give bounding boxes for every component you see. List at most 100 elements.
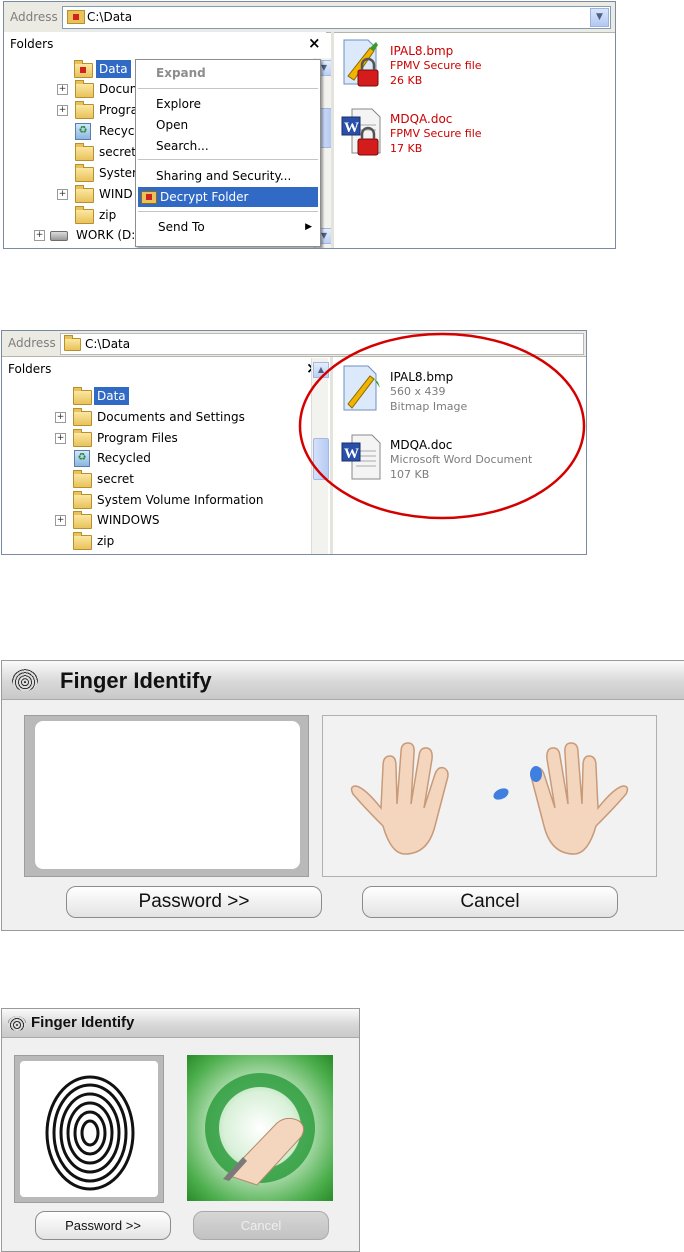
tree-label: Data <box>96 60 131 78</box>
highlighted-finger-icon <box>530 766 542 782</box>
menu-item-label: Decrypt Folder <box>160 190 249 204</box>
menu-item-decrypt-folder[interactable]: Decrypt Folder <box>138 187 318 207</box>
tree-label: zip <box>97 534 115 548</box>
folder-icon <box>73 470 92 488</box>
folders-title: Folders <box>10 37 54 51</box>
folder-icon <box>73 511 92 529</box>
folder-icon <box>75 185 94 203</box>
folder-icon <box>73 532 92 550</box>
submenu-arrow-icon: ▶ <box>305 222 312 232</box>
folder-icon <box>75 206 94 224</box>
locked-word-file-icon: W <box>341 108 381 156</box>
menu-item-sharing[interactable]: Sharing and Security... <box>138 166 318 186</box>
menu-item-explore[interactable]: Explore <box>138 94 318 114</box>
file-name: MDQA.doc <box>390 112 453 126</box>
address-value: C:\Data <box>87 10 133 24</box>
file-type: FPMV Secure file <box>390 59 482 72</box>
expand-icon[interactable]: + <box>57 105 68 116</box>
tree-label: Program Files <box>97 431 178 445</box>
menu-separator <box>138 159 318 160</box>
fingerprint-preview <box>20 1061 158 1197</box>
explorer-window-encrypted: Address C:\Data ▼ Folders × Data + Docum… <box>3 1 616 249</box>
highlighted-thumb-icon <box>493 788 509 800</box>
pane-splitter[interactable] <box>331 32 334 248</box>
tree-label: Data <box>94 387 129 405</box>
folder-icon <box>73 387 92 405</box>
file-size: 17 KB <box>390 142 423 155</box>
fingerprint-panel <box>24 715 309 877</box>
menu-item-send-to[interactable]: Send To ▶ <box>138 217 318 237</box>
menu-item-search[interactable]: Search... <box>138 136 318 156</box>
expand-icon[interactable]: + <box>55 412 66 423</box>
secure-folder-icon <box>67 10 85 24</box>
menu-separator <box>138 211 318 212</box>
address-label: Address <box>10 10 58 24</box>
expand-icon[interactable]: + <box>55 433 66 444</box>
tree-label: WORK (D: <box>76 228 136 242</box>
tree-label: secret <box>97 472 134 486</box>
hands-icon <box>350 742 629 855</box>
tree-label: Progra <box>99 103 138 117</box>
address-label: Address <box>8 336 56 350</box>
explorer-window-decrypted: Address C:\Data Folders × Data + Documen… <box>1 330 587 555</box>
locked-paint-file-icon <box>343 39 379 87</box>
menu-item-expand[interactable]: Expand <box>138 63 318 83</box>
expand-icon[interactable]: + <box>57 189 68 200</box>
menu-separator <box>138 88 318 89</box>
decrypt-icon <box>141 191 157 204</box>
fingerprint-icon <box>8 1016 26 1031</box>
tree-label: Documents and Settings <box>97 410 245 424</box>
finger-identify-dialog-large: Finger Identify Password >> Cancel <box>1 660 684 931</box>
tree-label: secret <box>99 145 136 159</box>
address-input[interactable]: C:\Data ▼ <box>62 6 611 29</box>
hands-panel <box>322 715 657 877</box>
folder-icon <box>75 80 94 98</box>
cancel-button[interactable]: Cancel <box>362 886 618 918</box>
menu-item-label: Send To <box>158 220 205 234</box>
folders-title: Folders <box>8 362 52 376</box>
svg-text:W: W <box>344 120 359 136</box>
expand-icon[interactable]: + <box>34 230 45 241</box>
fingerprint-icon <box>12 669 38 691</box>
scan-success-image <box>187 1055 333 1201</box>
address-value: C:\Data <box>85 337 131 351</box>
cancel-button[interactable]: Cancel <box>193 1211 329 1240</box>
secure-folder-icon <box>74 60 93 78</box>
tree-label: Recyc <box>99 124 135 138</box>
tree-label: Recycled <box>97 451 151 465</box>
dialog-title: Finger Identify <box>60 668 212 693</box>
menu-item-open[interactable]: Open <box>138 115 318 135</box>
password-button[interactable]: Password >> <box>35 1211 171 1240</box>
finger-identify-dialog-small: Finger Identify Password >> Cancel <box>1 1008 360 1252</box>
close-icon[interactable]: × <box>308 34 321 52</box>
chevron-down-icon[interactable]: ▼ <box>590 8 609 27</box>
file-item-mdqa[interactable]: W MDQA.doc FPMV Secure file 17 KB <box>340 107 540 167</box>
tree-label: Syster <box>99 166 137 180</box>
tree-label: WIND <box>99 187 133 201</box>
file-name: IPAL8.bmp <box>390 44 454 58</box>
context-menu: Expand Explore Open Search... Sharing an… <box>135 59 321 247</box>
expand-icon[interactable]: + <box>57 84 68 95</box>
folders-header: Folders × <box>2 357 328 383</box>
file-type: FPMV Secure file <box>390 127 482 140</box>
recycle-bin-icon: ♻ <box>75 123 91 140</box>
highlight-ellipse <box>298 332 586 520</box>
dialog-titlebar: Finger Identify <box>2 1009 359 1038</box>
dialog-titlebar: Finger Identify <box>2 661 684 700</box>
fingerprint-preview <box>35 721 300 869</box>
file-size: 26 KB <box>390 74 423 87</box>
dialog-title: Finger Identify <box>31 1014 135 1031</box>
file-item-ipal8[interactable]: IPAL8.bmp FPMV Secure file 26 KB <box>340 38 540 98</box>
fingerprint-scan-icon <box>45 1075 135 1191</box>
recycle-bin-icon: ♻ <box>74 450 90 467</box>
folder-icon <box>75 164 94 182</box>
drive-icon <box>50 231 68 241</box>
folder-icon <box>75 143 94 161</box>
folders-header: Folders × <box>4 32 326 58</box>
folder-icon <box>73 429 92 447</box>
folder-tree: Data + Documents and Settings + Program … <box>2 383 328 554</box>
folder-icon <box>73 408 92 426</box>
folder-icon <box>73 491 92 509</box>
expand-icon[interactable]: + <box>55 515 66 526</box>
password-button[interactable]: Password >> <box>66 886 322 918</box>
